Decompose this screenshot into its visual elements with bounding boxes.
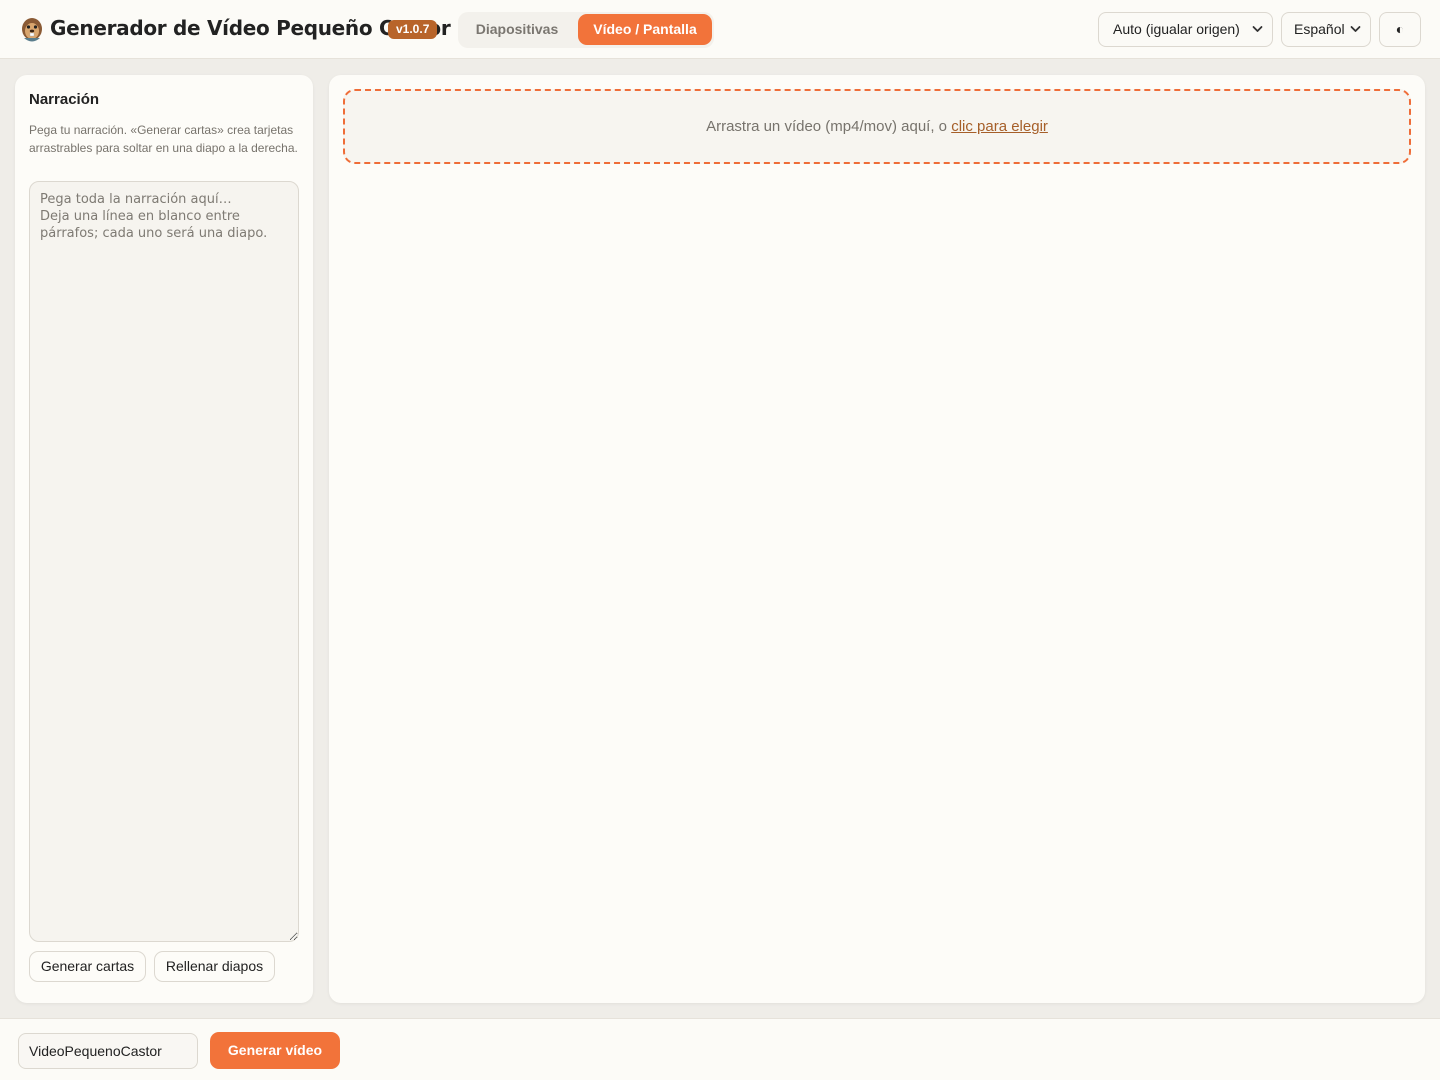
footer-bar: Generar vídeo [0, 1018, 1440, 1080]
language-select[interactable]: Español [1281, 12, 1371, 47]
contrast-icon: ◐ [1395, 21, 1405, 37]
generate-cards-button[interactable]: Generar cartas [29, 951, 146, 982]
language-select-value: Español [1294, 21, 1345, 37]
fill-slides-button[interactable]: Rellenar diapos [154, 951, 275, 982]
narration-textarea[interactable] [29, 181, 299, 942]
tab-video-screen[interactable]: Vídeo / Pantalla [578, 14, 712, 45]
tab-slides[interactable]: Diapositivas [464, 14, 570, 45]
video-dropzone[interactable]: Arrastra un vídeo (mp4/mov) aquí, o clic… [343, 89, 1411, 164]
version-badge: v1.0.7 [388, 20, 438, 39]
beaver-logo-icon [22, 18, 42, 42]
resolution-select-value: Auto (igualar origen) [1113, 21, 1240, 37]
chevron-down-icon [1252, 13, 1263, 60]
narration-description: Pega tu narración. «Generar cartas» crea… [29, 123, 298, 155]
chevron-down-icon [1350, 13, 1361, 60]
dropzone-text: Arrastra un vídeo (mp4/mov) aquí, o [706, 118, 952, 135]
filename-input[interactable] [18, 1033, 198, 1069]
app-header: Generador de Vídeo Pequeño Castor v1.0.7… [0, 0, 1440, 59]
resolution-select[interactable]: Auto (igualar origen) [1098, 12, 1273, 47]
narration-panel: Narración Pega tu narración. «Generar ca… [15, 75, 313, 1003]
choose-file-link[interactable]: clic para elegir [951, 118, 1048, 135]
mode-tabs: Diapositivas Vídeo / Pantalla [458, 12, 714, 48]
generate-video-button[interactable]: Generar vídeo [210, 1032, 340, 1069]
narration-title: Narración [29, 91, 100, 108]
video-panel: Arrastra un vídeo (mp4/mov) aquí, o clic… [329, 75, 1425, 1003]
theme-toggle-button[interactable]: ◐ [1379, 12, 1421, 47]
